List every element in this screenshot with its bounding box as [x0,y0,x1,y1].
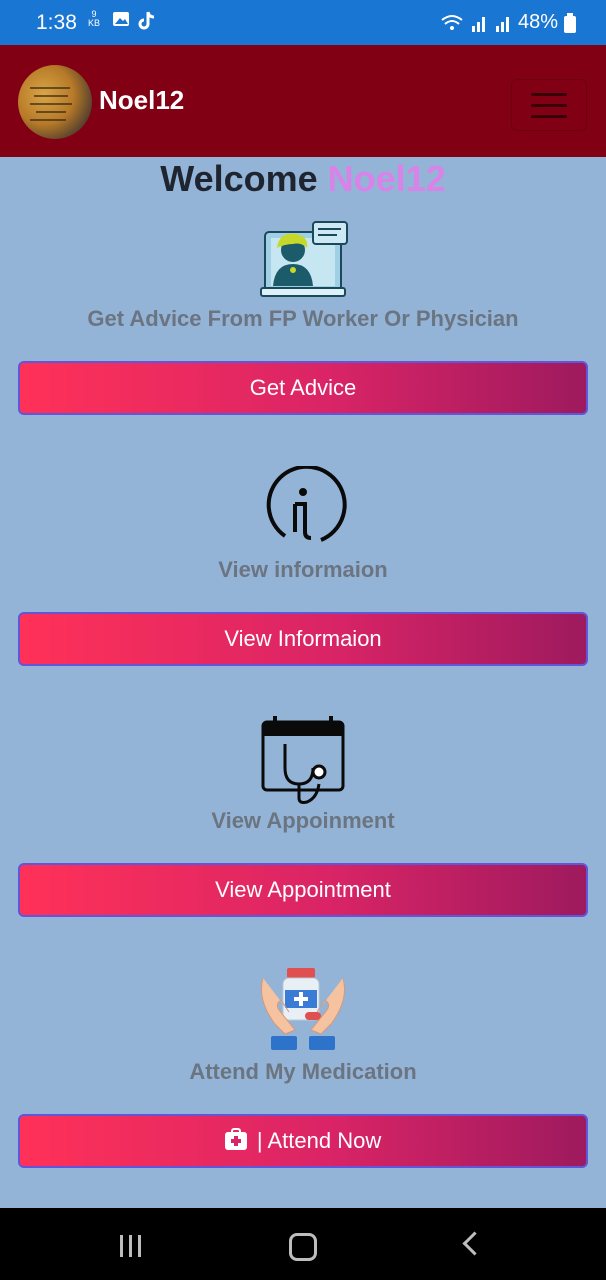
welcome-heading: Welcome Noel12 [0,158,606,200]
first-aid-kit-icon [224,1128,247,1150]
avatar[interactable] [18,65,92,139]
doctor-consult-icon [260,221,348,297]
back-icon[interactable] [462,1231,487,1256]
welcome-username: Noel12 [327,158,446,199]
view-information-button[interactable]: View Informaion [18,612,588,666]
section-label-information: View informaion [218,557,388,582]
system-nav-bar [0,1208,606,1280]
status-bar: 1:38 9 KB 48% [0,0,606,45]
recent-apps-icon[interactable] [120,1235,147,1262]
status-time: 1:38 [36,11,77,34]
attend-now-label: | Attend Now [256,1128,382,1153]
wifi-icon [441,14,463,30]
section-label-appointment: View Appoinment [211,808,395,833]
battery-percent: 48% [517,11,558,33]
data-speed-indicator: 9 KB [88,9,101,28]
gallery-icon [113,12,129,26]
status-right: 48% [440,11,576,34]
tiktok-icon [138,11,155,30]
medication-hands-icon [261,968,345,1050]
attend-now-button[interactable]: | Attend Now [18,1114,588,1168]
app-header: Noel12 [0,45,606,157]
home-icon[interactable] [289,1233,317,1261]
signal-icon-2 [495,16,509,32]
view-appointment-button[interactable]: View Appointment [18,863,588,917]
menu-toggle-button[interactable] [511,79,587,131]
battery-icon [564,12,576,33]
signal-icon [471,16,485,32]
section-label-advice: Get Advice From FP Worker Or Physician [87,306,519,331]
calendar-stethoscope-icon [261,716,345,804]
brand-name[interactable]: Noel12 [99,85,184,116]
info-icon [266,466,347,542]
get-advice-button[interactable]: Get Advice [18,361,588,415]
section-label-medication: Attend My Medication [189,1059,417,1084]
welcome-prefix: Welcome [160,158,318,199]
